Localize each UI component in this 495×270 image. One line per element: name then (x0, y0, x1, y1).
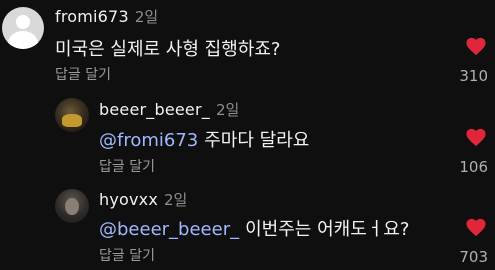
reply-button[interactable]: 답글 달기 (99, 245, 155, 265)
comment-text: 미국은 실제로 사형 집행하죠? (55, 35, 280, 61)
avatar-photo-shape (65, 197, 79, 215)
avatar[interactable] (2, 7, 44, 49)
timestamp: 2일 (134, 8, 159, 26)
comment-text: @beeer_beeer_ 이번주는 어캐도ㅓ요? (99, 215, 409, 241)
heart-icon[interactable] (465, 217, 487, 237)
avatar-shoulders-shape (8, 31, 38, 49)
avatar-photo-shape (61, 114, 83, 128)
comment-body: 미국은 실제로 사형 집행하죠? (55, 39, 281, 60)
heart-icon[interactable] (465, 127, 487, 147)
comment-item: hyovxx 2일 @beeer_beeer_ 이번주는 어캐도ㅓ요? 답글 달기 … (0, 185, 495, 270)
like-count: 310 (459, 67, 488, 85)
mention-link[interactable]: @beeer_beeer_ (99, 219, 239, 240)
like-count: 106 (459, 158, 488, 176)
like-count: 703 (459, 248, 488, 266)
comment-item: beeer_beeer_ 2일 @fromi673 주마다 달라요 답글 달기 10… (0, 95, 495, 185)
comment-meta: beeer_beeer_ 2일 (99, 99, 239, 120)
avatar-head-shape (15, 14, 31, 29)
username[interactable]: beeer_beeer_ (99, 100, 210, 119)
comment-body: 이번주는 어캐도ㅓ요? (245, 219, 410, 240)
comment-meta: fromi673 2일 (55, 6, 158, 27)
avatar[interactable] (55, 189, 89, 223)
comment-meta: hyovxx 2일 (99, 189, 187, 210)
comment-text: @fromi673 주마다 달라요 (99, 126, 309, 152)
comment-body: 주마다 달라요 (204, 130, 310, 151)
username[interactable]: fromi673 (55, 7, 129, 26)
username[interactable]: hyovxx (99, 190, 158, 209)
timestamp: 2일 (215, 101, 240, 119)
reply-button[interactable]: 답글 달기 (55, 64, 111, 84)
avatar[interactable] (55, 98, 89, 132)
mention-link[interactable]: @fromi673 (99, 130, 198, 151)
heart-icon[interactable] (465, 36, 487, 56)
comment-item: fromi673 2일 미국은 실제로 사형 집행하죠? 답글 달기 310 (0, 0, 495, 95)
reply-button[interactable]: 답글 달기 (99, 156, 155, 176)
timestamp: 2일 (164, 191, 188, 209)
